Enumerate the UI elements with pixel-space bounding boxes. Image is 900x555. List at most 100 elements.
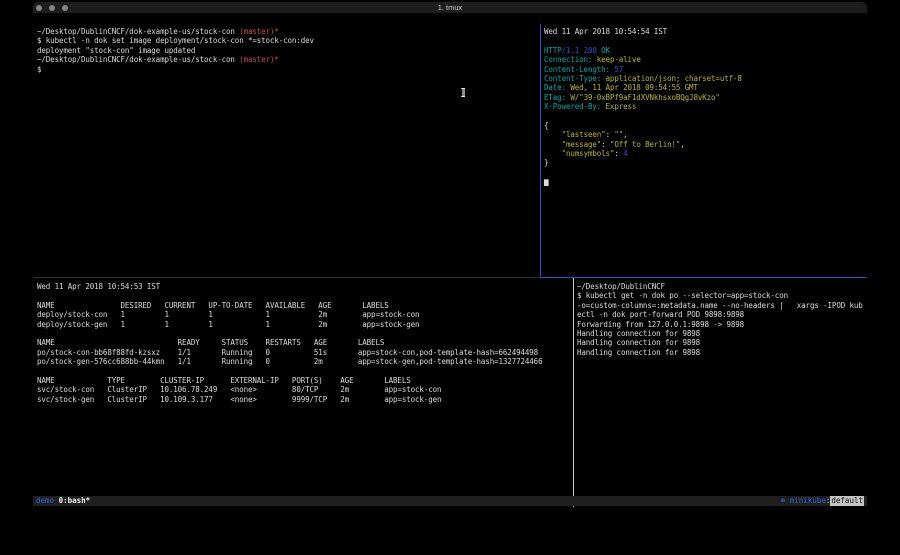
terminal-line: po/stock-con-bb68f88fd-kzsxz 1/1 Running… xyxy=(37,348,577,357)
text-segment: Handling connection for 9898 xyxy=(577,329,700,338)
text-segment: "" xyxy=(614,130,623,139)
terminal-line xyxy=(544,36,869,45)
pane-bottom-right-port-forward[interactable]: ~/Desktop/DublinCNCF$ kubectl get -n dok… xyxy=(574,278,869,511)
terminal-line: ETag: W/"39-0xBPf9aF1dXVNkhsxoBQgJ8vKzo" xyxy=(544,93,869,102)
text-segment: $ kubectl get -n dok po --selector=app=s… xyxy=(577,291,788,300)
text-segment: Forwarding from 127.0.0.1:9898 -> 9898 xyxy=(577,320,744,329)
text-segment: "lastseen" xyxy=(562,130,606,139)
terminal-line: ectl -n dok port-forward POD 9898:9898 xyxy=(577,310,869,319)
terminal-line: ~/Desktop/DublinCNCF/dok-example-us/stoc… xyxy=(37,27,544,36)
kube-namespace: default xyxy=(830,496,864,506)
text-segment: /1.1 200 xyxy=(562,46,602,55)
text-segment: , xyxy=(623,130,627,139)
terminal-line: } xyxy=(544,158,869,167)
text-segment: Wed, 11 Apr 2018 09:54:55 GMT xyxy=(566,83,698,92)
pane-bottom-left-kubectl-watch[interactable]: Wed 11 Apr 2018 10:54:53 IST NAME DESIRE… xyxy=(33,278,577,511)
terminal-line: $ kubectl get -n dok po --selector=app=s… xyxy=(577,291,869,300)
text-segment: 4 xyxy=(623,149,627,158)
text-segment: ~/Desktop/DublinCNCF/dok-example-us/stoc… xyxy=(37,55,239,64)
terminal-line: -o=custom-columns=:metadata.name --no-he… xyxy=(577,301,869,310)
terminal-line: Handling connection for 9898 xyxy=(577,348,869,357)
session-name: demo xyxy=(36,496,54,506)
terminal-line: Date: Wed, 11 Apr 2018 09:54:55 GMT xyxy=(544,83,869,92)
terminal-line xyxy=(544,112,869,121)
window-list-item-active[interactable]: 0:bash* xyxy=(59,496,91,506)
text-segment: -o=custom-columns=:metadata.name --no-he… xyxy=(577,301,863,310)
terminal-line: ~/Desktop/DublinCNCF/dok-example-us/stoc… xyxy=(37,55,544,64)
terminal-line: NAME TYPE CLUSTER-IP EXTERNAL-IP PORT(S)… xyxy=(37,376,577,385)
text-segment: "numsymbols" xyxy=(562,149,615,158)
window-titlebar[interactable]: 1. tmux xyxy=(33,2,867,13)
terminal-line: "lastseen": "", xyxy=(544,130,869,139)
text-segment: "message" xyxy=(562,140,602,149)
text-segment: deploy/stock-gen 1 1 1 1 2m app=stock-ge… xyxy=(37,320,419,329)
window-title: 1. tmux xyxy=(33,3,867,12)
terminal-line: Forwarding from 127.0.0.1:9898 -> 9898 xyxy=(577,320,869,329)
text-segment: { xyxy=(544,121,548,130)
text-segment: 57 xyxy=(614,65,623,74)
text-segment: svc/stock-gen ClusterIP 10.109.3.177 <no… xyxy=(37,395,441,404)
terminal-line: svc/stock-con ClusterIP 10.106.78.249 <n… xyxy=(37,385,577,394)
text-segment: (master)* xyxy=(239,55,279,64)
text-segment: (master)* xyxy=(239,27,279,36)
kube-context: minikube xyxy=(790,496,826,506)
terminal-line: $ xyxy=(37,65,544,74)
terminal-line: Handling connection for 9898 xyxy=(577,338,869,347)
text-segment: Connection: xyxy=(544,55,592,64)
terminal-line: $ kubectl -n dok set image deployment/st… xyxy=(37,36,544,45)
text-segment: $ kubectl -n dok set image deployment/st… xyxy=(37,36,314,45)
text-segment: ~/Desktop/DublinCNCF xyxy=(577,282,665,291)
pane-divider-vertical-bottom[interactable] xyxy=(573,278,574,507)
text-segment: deployment "stock-con" image updated xyxy=(37,46,195,55)
kubernetes-helm-icon: ☸ xyxy=(781,496,790,506)
text-segment: Handling connection for 9898 xyxy=(577,348,700,357)
pane-top-left-shell[interactable]: ~/Desktop/DublinCNCF/dok-example-us/stoc… xyxy=(33,24,544,280)
text-segment: po/stock-gen-576cc688bb-44kmn 1/1 Runnin… xyxy=(37,357,542,366)
terminal-line: po/stock-gen-576cc688bb-44kmn 1/1 Runnin… xyxy=(37,357,577,366)
terminal-line: X-Powered-By: Express xyxy=(544,102,869,111)
text-segment: keep-alive xyxy=(592,55,640,64)
terminal-line: Content-Type: application/json; charset=… xyxy=(544,74,869,83)
tmux-client-area: ~/Desktop/DublinCNCF/dok-example-us/stoc… xyxy=(33,13,867,496)
terminal-line: HTTP/1.1 200 OK xyxy=(544,46,869,55)
text-segment xyxy=(544,149,562,158)
terminal-line: svc/stock-gen ClusterIP 10.109.3.177 <no… xyxy=(37,395,577,404)
terminal-line: "message": "Off to Berlin!", xyxy=(544,140,869,149)
terminal-line: NAME DESIRED CURRENT UP-TO-DATE AVAILABL… xyxy=(37,301,577,310)
text-segment: ectl -n dok port-forward POD 9898:9898 xyxy=(577,310,744,319)
terminal-line: deployment "stock-con" image updated xyxy=(37,46,544,55)
text-segment xyxy=(544,140,562,149)
terminal-line: ▆ xyxy=(544,177,869,186)
pane-divider-vertical-top[interactable] xyxy=(540,24,541,278)
text-segment: ETag: xyxy=(544,93,566,102)
text-segment: : xyxy=(601,140,610,149)
terminal-line: ~/Desktop/DublinCNCF xyxy=(577,282,869,291)
text-segment: po/stock-con-bb68f88fd-kzsxz 1/1 Running… xyxy=(37,348,538,357)
mouse-ibeam-cursor xyxy=(460,88,466,97)
terminal-line: Handling connection for 9898 xyxy=(577,329,869,338)
text-segment: NAME DESIRED CURRENT UP-TO-DATE AVAILABL… xyxy=(37,301,389,310)
terminal-line: Content-Length: 57 xyxy=(544,65,869,74)
pane-divider-horizontal-left[interactable] xyxy=(33,277,540,278)
terminal-line: Wed 11 Apr 2018 10:54:54 IST xyxy=(544,27,869,36)
text-segment: W/"39-0xBPf9aF1dXVNkhsxoBQgJ8vKzo" xyxy=(566,93,720,102)
pane-top-right-http-response[interactable]: Wed 11 Apr 2018 10:54:54 IST HTTP/1.1 20… xyxy=(541,24,869,280)
text-segment: ~/Desktop/DublinCNCF/dok-example-us/stoc… xyxy=(37,27,239,36)
terminal-line xyxy=(544,168,869,177)
text-segment: HTTP xyxy=(544,46,562,55)
text-segment: Express xyxy=(601,102,636,111)
text-segment: OK xyxy=(601,46,610,55)
text-segment xyxy=(544,130,562,139)
text-segment: Content-Length: xyxy=(544,65,610,74)
terminal-line: { xyxy=(544,121,869,130)
text-segment: svc/stock-con ClusterIP 10.106.78.249 <n… xyxy=(37,385,441,394)
terminal-line: Wed 11 Apr 2018 10:54:53 IST xyxy=(37,282,577,291)
text-segment: X-Powered-By: xyxy=(544,102,601,111)
text-segment: application/json; charset=utf-8 xyxy=(601,74,742,83)
terminal-line: "numsymbols": 4 xyxy=(544,149,869,158)
text-segment: } xyxy=(544,158,548,167)
text-segment: Date: xyxy=(544,83,566,92)
terminal-line: deploy/stock-gen 1 1 1 1 2m app=stock-ge… xyxy=(37,320,577,329)
pane-divider-horizontal-right[interactable] xyxy=(540,277,867,278)
terminal-line xyxy=(37,367,577,376)
